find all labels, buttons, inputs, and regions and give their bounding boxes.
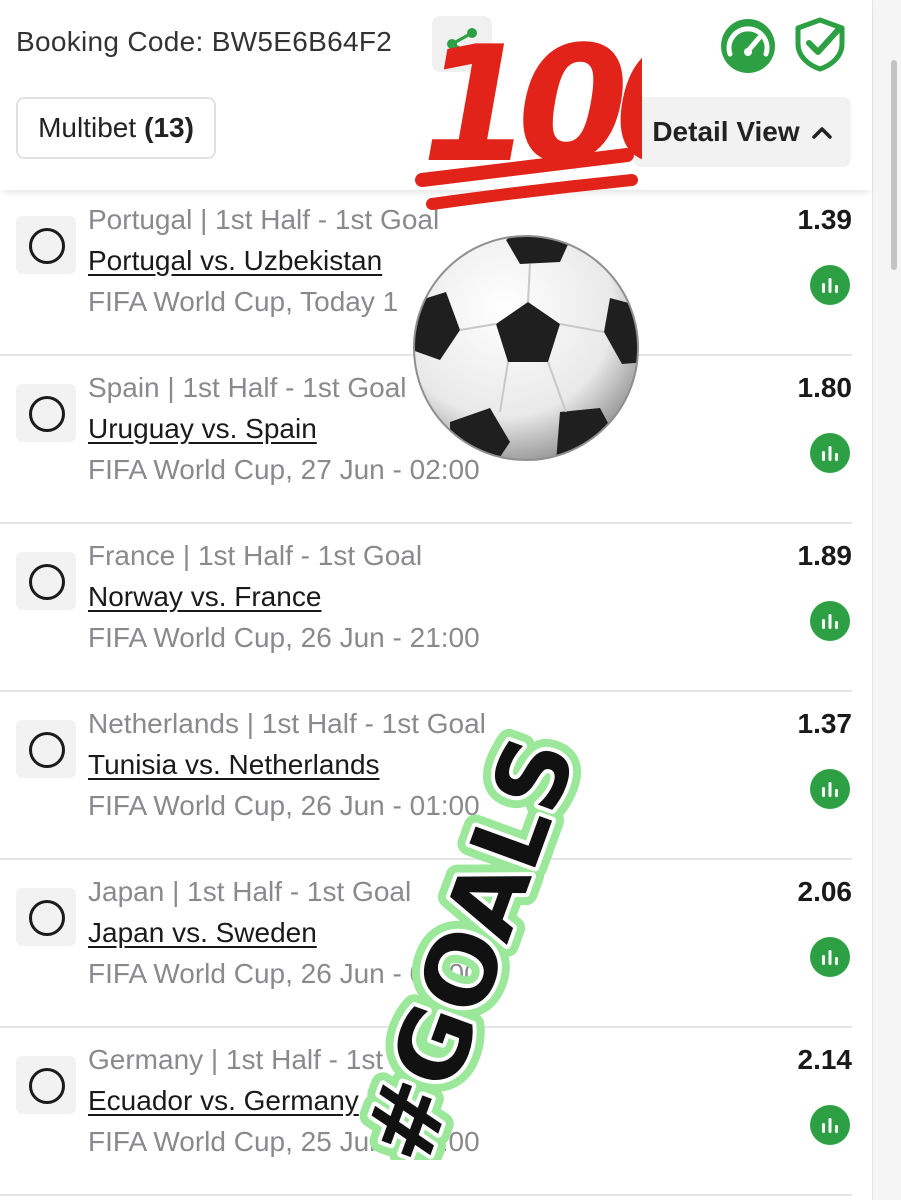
bet-event-info: FIFA World Cup, 26 Jun - 21:00 bbox=[88, 622, 480, 653]
bet-match-link[interactable]: Japan vs. Sweden bbox=[88, 917, 317, 949]
stats-button[interactable] bbox=[810, 937, 850, 977]
bet-match-link[interactable]: Norway vs. France bbox=[88, 581, 321, 613]
bet-odds: 1.89 bbox=[797, 540, 853, 571]
booking-code: Booking Code: BW5E6B64F2 bbox=[16, 26, 392, 58]
bet-select-checkbox[interactable] bbox=[16, 552, 76, 610]
speedometer-icon[interactable] bbox=[718, 18, 778, 74]
bet-select-checkbox[interactable] bbox=[16, 888, 76, 946]
bar-chart-icon bbox=[822, 446, 838, 461]
radio-circle-icon bbox=[29, 564, 65, 600]
bet-slip-page: Booking Code: BW5E6B64F2 Multibet (13) D… bbox=[0, 0, 901, 1200]
bar-chart-icon bbox=[822, 782, 838, 797]
bet-market: Portugal | 1st Half - 1st Goal bbox=[88, 204, 440, 235]
stats-button[interactable] bbox=[810, 1105, 850, 1145]
bet-match-link[interactable]: Uruguay vs. Spain bbox=[88, 413, 317, 445]
bet-match-link[interactable]: Portugal vs. Uzbekistan bbox=[88, 245, 382, 277]
bet-match-link[interactable]: Ecuador vs. Germany bbox=[88, 1085, 359, 1117]
booking-code-value: BW5E6B64F2 bbox=[211, 26, 393, 57]
bet-odds: 1.80 bbox=[797, 372, 853, 403]
goals-hashtag-sticker: #GOALS #GOALS bbox=[330, 720, 600, 1160]
stats-button[interactable] bbox=[810, 265, 850, 305]
bar-chart-icon bbox=[822, 614, 838, 629]
detail-view-label: Detail View bbox=[652, 116, 800, 147]
radio-circle-icon bbox=[29, 732, 65, 768]
bar-chart-icon bbox=[822, 278, 838, 293]
shield-check-icon[interactable] bbox=[792, 16, 848, 72]
bet-odds: 1.39 bbox=[797, 204, 853, 235]
bet-market: France | 1st Half - 1st Goal bbox=[88, 540, 423, 571]
multibet-label: Multibet bbox=[38, 112, 137, 143]
multibet-button[interactable]: Multibet (13) bbox=[16, 97, 216, 159]
bet-market: Spain | 1st Half - 1st Goal bbox=[88, 372, 407, 403]
multibet-count: (13) bbox=[144, 112, 194, 143]
bar-chart-icon bbox=[822, 950, 838, 965]
bet-select-checkbox[interactable] bbox=[16, 216, 76, 274]
bar-chart-icon bbox=[822, 1118, 838, 1133]
bet-odds: 1.37 bbox=[797, 708, 853, 739]
hundred-points-sticker: 100 bbox=[403, 12, 642, 210]
scrollbar[interactable] bbox=[872, 0, 901, 1200]
radio-circle-icon bbox=[29, 228, 65, 264]
bet-select-checkbox[interactable] bbox=[16, 384, 76, 442]
bet-select-checkbox[interactable] bbox=[16, 1056, 76, 1114]
stats-button[interactable] bbox=[810, 433, 850, 473]
radio-circle-icon bbox=[29, 1068, 65, 1104]
bet-event-info: FIFA World Cup, Today 1 bbox=[88, 286, 399, 317]
radio-circle-icon bbox=[29, 900, 65, 936]
stats-button[interactable] bbox=[810, 769, 850, 809]
stats-button[interactable] bbox=[810, 601, 850, 641]
soccer-ball-icon bbox=[413, 235, 639, 461]
bet-item: France | 1st Half - 1st Goal Norway vs. … bbox=[0, 524, 852, 692]
radio-circle-icon bbox=[29, 396, 65, 432]
detail-view-toggle[interactable]: Detail View bbox=[633, 97, 851, 167]
goals-sticker-inner: #GOALS bbox=[342, 723, 599, 1160]
bet-select-checkbox[interactable] bbox=[16, 720, 76, 778]
bet-odds: 2.06 bbox=[797, 876, 853, 907]
booking-code-label: Booking Code: bbox=[16, 26, 204, 57]
chevron-up-icon bbox=[811, 127, 832, 139]
scrollbar-thumb[interactable] bbox=[891, 60, 897, 270]
bet-odds: 2.14 bbox=[797, 1044, 853, 1075]
